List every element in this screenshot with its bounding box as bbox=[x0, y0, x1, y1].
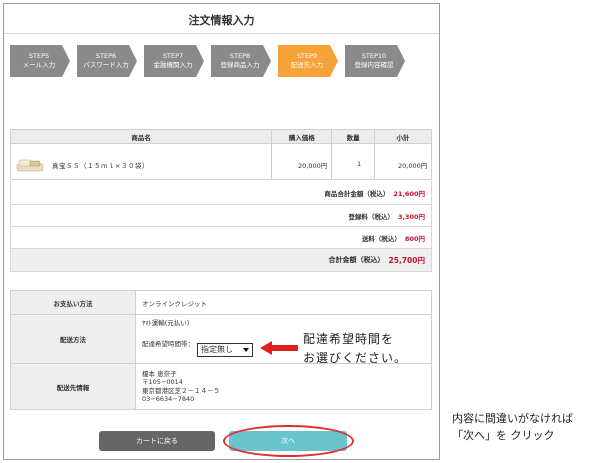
address-line: 榎本 恵奈子 bbox=[142, 369, 177, 378]
step-number: STEP6 bbox=[95, 52, 117, 60]
step-label: 配送先入力 bbox=[290, 61, 324, 69]
grand-total-label: 合計金額（税込） bbox=[328, 256, 385, 264]
step-label: パスワード入力 bbox=[83, 61, 129, 69]
address-row: 配送先情報 榎本 恵奈子 〒105−0014 東京都港区芝２－１４－５ 03−6… bbox=[10, 363, 432, 410]
step-label: 登録商品入力 bbox=[220, 61, 260, 69]
address-line: 東京都港区芝２－１４－５ bbox=[142, 386, 220, 395]
goods-total-label: 商品合計金額（税込） bbox=[324, 189, 390, 198]
address-line: 03−6634−7840 bbox=[142, 395, 195, 403]
product-quantity: 1 bbox=[357, 160, 362, 168]
step-number: STEP10 bbox=[361, 52, 387, 60]
note-line-2: 「次へ」を クリック bbox=[452, 429, 555, 442]
col-quantity: 数量 bbox=[331, 129, 376, 144]
delivery-method-label: 配送方法 bbox=[10, 314, 136, 364]
chevron-down-icon bbox=[243, 348, 249, 352]
payment-value: オンラインクレジット bbox=[135, 290, 432, 315]
product-price: 20,000円 bbox=[298, 162, 328, 170]
delivery-time-selected: 指定無し bbox=[201, 345, 233, 354]
delivery-method-value: ﾔﾏﾄ運輸(元払い) bbox=[142, 318, 190, 327]
product-image bbox=[16, 159, 44, 172]
goods-total-value: 21,600 bbox=[393, 189, 419, 198]
title-bar: 注文情報入力 bbox=[4, 4, 439, 34]
registration-fee-row: 登録料（税込） 3,300円 bbox=[10, 205, 432, 227]
payment-label: お支払い方法 bbox=[10, 290, 136, 315]
callout-line-2: お選びください。 bbox=[303, 351, 408, 365]
step-label: メール入力 bbox=[22, 61, 56, 69]
step-number: STEP5 bbox=[28, 52, 50, 60]
grand-total-row: 合計金額（税込） 25,700円 bbox=[10, 249, 432, 272]
col-subtotal: 小計 bbox=[374, 129, 432, 144]
shipping-fee-row: 送料（税込） 800円 bbox=[10, 227, 432, 249]
step-number: STEP8 bbox=[229, 52, 251, 60]
grand-total-unit: 円 bbox=[417, 255, 426, 265]
callout-text: 配達希望時間を お選びください。 bbox=[303, 330, 407, 368]
product-table: 商品名 購入価格 数量 小計 bbox=[9, 129, 432, 180]
step-number: STEP9 bbox=[296, 52, 318, 60]
col-product-name: 商品名 bbox=[9, 129, 273, 144]
step-label: 金融機関入力 bbox=[153, 61, 193, 69]
product-table-header: 商品名 購入価格 数量 小計 bbox=[9, 129, 432, 144]
address-label: 配送先情報 bbox=[10, 363, 136, 410]
red-arrow-icon bbox=[260, 341, 298, 355]
address-line: 〒105−0014 bbox=[142, 378, 183, 386]
page-title: 注文情報入力 bbox=[188, 14, 255, 27]
grand-total-value: 25,700 bbox=[388, 255, 418, 265]
registration-fee-unit: 円 bbox=[418, 212, 426, 221]
goods-total-unit: 円 bbox=[418, 189, 426, 198]
step-number: STEP7 bbox=[162, 52, 184, 60]
registration-fee-label: 登録料（税込） bbox=[348, 212, 394, 221]
note-line-1: 内容に間違いがなければ bbox=[452, 412, 573, 425]
shipping-fee-unit: 円 bbox=[418, 234, 426, 243]
callout-line-1: 配達希望時間を bbox=[303, 332, 395, 346]
next-highlight-ellipse bbox=[223, 425, 354, 457]
registration-fee-value: 3,300 bbox=[397, 212, 419, 221]
shipping-fee-label: 送料（税込） bbox=[361, 234, 401, 243]
instruction-note: 内容に間違いがなければ 「次へ」を クリック bbox=[452, 410, 573, 444]
back-to-cart-button[interactable]: カートに戻る bbox=[99, 431, 215, 451]
delivery-time-select[interactable]: 指定無し bbox=[197, 343, 253, 357]
step-label: 登録内容確認 bbox=[354, 61, 394, 69]
payment-row: お支払い方法 オンラインクレジット bbox=[10, 290, 432, 315]
shipping-fee-value: 800 bbox=[404, 234, 419, 243]
col-price: 購入価格 bbox=[271, 129, 333, 144]
product-name: 真宝ＳＳ（１５ｍｌ×３０袋） bbox=[52, 162, 149, 170]
goods-total-row: 商品合計金額（税込） 21,600円 bbox=[10, 181, 432, 205]
product-subtotal: 20,000円 bbox=[398, 162, 428, 170]
